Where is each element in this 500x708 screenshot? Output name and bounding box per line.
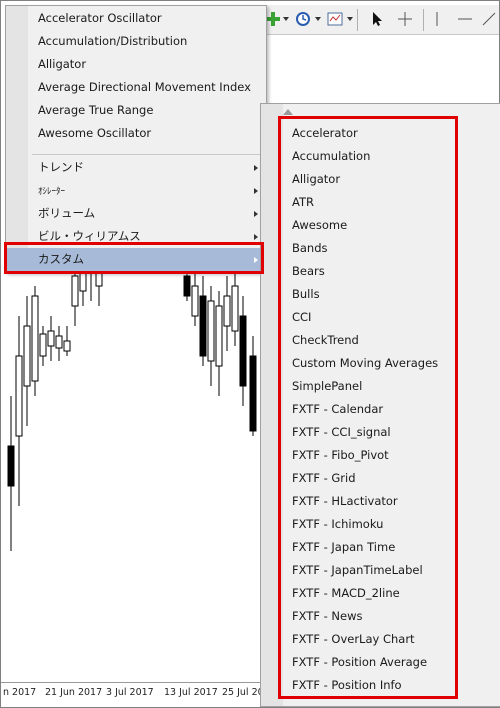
submenu-trend[interactable]: トレンド <box>6 156 266 179</box>
menu-item-accumulation-distribution[interactable]: Accumulation/Distribution <box>6 30 266 53</box>
candle-body <box>23 325 31 387</box>
submenu-oscillators[interactable]: ｵｼﾚｰﾀｰ <box>6 179 266 202</box>
chevron-down-icon[interactable] <box>315 17 321 21</box>
chevron-right-icon <box>254 188 258 194</box>
candle-body <box>199 295 207 357</box>
toolbar-separator <box>357 9 358 31</box>
cursor-icon[interactable] <box>369 11 385 27</box>
clock-icon[interactable] <box>295 11 311 27</box>
candle-body <box>223 295 231 327</box>
trendline-icon[interactable] <box>481 11 497 27</box>
menu-item-label: トレンド <box>38 160 84 174</box>
candle-body <box>31 295 39 382</box>
menu-item-label: ボリューム <box>38 206 96 220</box>
crosshair-icon[interactable] <box>397 11 413 27</box>
candle-body <box>71 275 79 307</box>
candle-body <box>7 445 15 487</box>
menu-item-label: ｵｼﾚｰﾀｰ <box>38 187 66 197</box>
candle-body <box>55 335 63 349</box>
candle-body <box>231 285 239 332</box>
candlestick-plot <box>7 256 257 551</box>
time-axis-label: 13 Jul 2017 <box>164 687 218 698</box>
scroll-up-icon[interactable] <box>283 109 293 115</box>
price-chart[interactable] <box>1 256 263 686</box>
highlight-box-custom <box>4 242 264 274</box>
chevron-right-icon <box>254 234 258 240</box>
vertical-line-icon[interactable] <box>429 11 445 27</box>
candle-body <box>39 333 47 357</box>
menu-item-label: Average Directional Movement Index <box>38 80 251 94</box>
candle-body <box>183 275 191 297</box>
menu-item-alligator[interactable]: Alligator <box>6 53 266 76</box>
candle-body <box>215 305 223 367</box>
highlight-box-submenu <box>278 116 458 699</box>
menu-item-label: Average True Range <box>38 103 154 117</box>
toolbar-separator <box>423 9 424 31</box>
menu-item-average-true-range[interactable]: Average True Range <box>6 99 266 122</box>
template-icon[interactable] <box>327 11 343 27</box>
candle-body <box>63 340 71 352</box>
menu-item-label: Alligator <box>38 57 87 71</box>
candle-body <box>239 315 247 387</box>
menu-item-label: ビル・ウィリアムス <box>38 229 141 243</box>
time-axis: n 2017 21 Jun 2017 3 Jul 2017 13 Jul 201… <box>1 682 270 704</box>
chevron-right-icon <box>254 165 258 171</box>
window-frame: n 2017 21 Jun 2017 3 Jul 2017 13 Jul 201… <box>0 0 500 708</box>
time-axis-label: n 2017 <box>3 687 37 698</box>
menu-item-adx[interactable]: Average Directional Movement Index <box>6 76 266 99</box>
indicators-menu: Accelerator Oscillator Accumulation/Dist… <box>5 5 267 273</box>
horizontal-line-icon[interactable] <box>457 11 473 27</box>
menu-item-awesome-oscillator[interactable]: Awesome Oscillator <box>6 122 266 145</box>
add-indicator-icon[interactable] <box>265 11 281 27</box>
candle-body <box>47 330 55 347</box>
time-axis-label: 3 Jul 2017 <box>106 687 154 698</box>
submenu-volumes[interactable]: ボリューム <box>6 202 266 225</box>
chevron-down-icon[interactable] <box>347 17 353 21</box>
candle-body <box>15 355 23 437</box>
menu-item-label: Awesome Oscillator <box>38 126 152 140</box>
menu-separator <box>32 154 264 155</box>
candle-body <box>207 300 215 362</box>
menu-item-accelerator-oscillator[interactable]: Accelerator Oscillator <box>6 7 266 30</box>
menu-item-label: Accelerator Oscillator <box>38 11 162 25</box>
candle-body <box>249 355 257 432</box>
menu-item-label: Accumulation/Distribution <box>38 34 188 48</box>
candle-body <box>191 285 199 317</box>
chevron-right-icon <box>254 211 258 217</box>
time-axis-label: 21 Jun 2017 <box>45 687 103 698</box>
chevron-down-icon[interactable] <box>283 17 289 21</box>
chart-toolbar <box>263 5 499 35</box>
